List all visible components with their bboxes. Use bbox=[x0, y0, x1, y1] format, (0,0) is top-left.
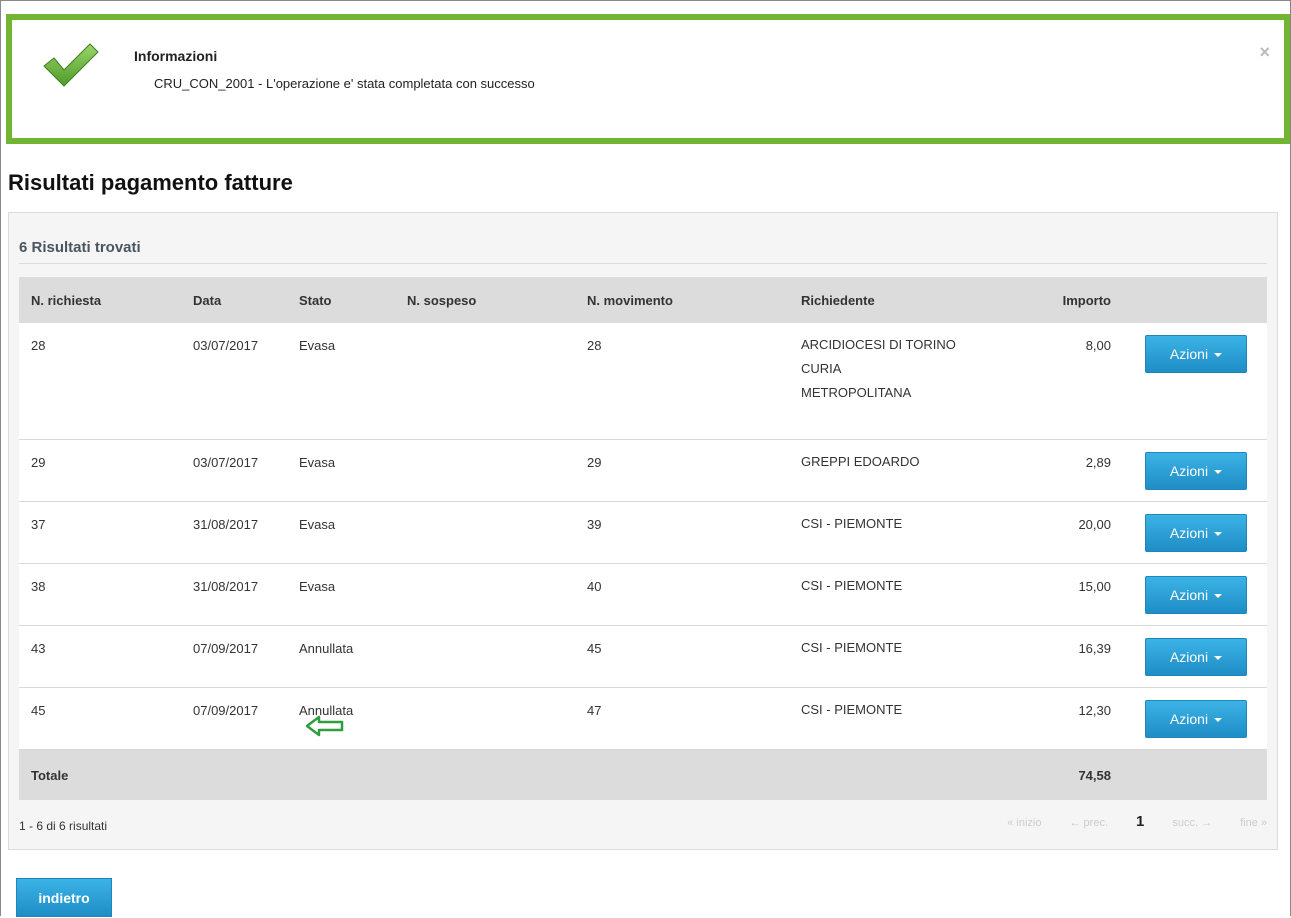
pagination: « inizio ← prec. 1 succ. → fine » bbox=[1007, 813, 1267, 830]
table-row: 28 03/07/2017 Evasa 28 ARCIDIOCESI DI TORINO… bbox=[19, 323, 1267, 440]
cell-n-richiesta: 37 bbox=[31, 516, 46, 532]
results-count: 6 Risultati trovati bbox=[19, 239, 141, 256]
annotation-arrow-icon bbox=[305, 715, 344, 736]
cell-importo: 16,39 bbox=[1078, 640, 1111, 656]
cell-importo: 15,00 bbox=[1078, 578, 1111, 594]
azioni-label: Azioni bbox=[1169, 346, 1209, 362]
table-row: 38 31/08/2017 Evasa 40 CSI - PIEMONTE 15,00 Az… bbox=[19, 563, 1267, 626]
cell-richiedente: CSI - PIEMONTE bbox=[801, 515, 903, 531]
cell-n-movimento: 29 bbox=[587, 454, 602, 470]
pager-last-link[interactable]: fine » bbox=[1240, 817, 1267, 829]
total-value: 74,58 bbox=[1007, 749, 1133, 800]
azioni-label: Azioni bbox=[1169, 710, 1209, 727]
cell-richiedente: CURIA bbox=[801, 361, 842, 376]
results-table: N. richiesta Data Stato N. sospeso N. mo… bbox=[19, 277, 1267, 800]
column-header-n-sospeso[interactable]: N. sospeso bbox=[395, 277, 575, 323]
cell-richiedente: GREPPI EDOARDO bbox=[801, 453, 920, 469]
cell-stato: Evasa bbox=[299, 516, 336, 532]
pager-first-link[interactable]: « inizio bbox=[1007, 817, 1041, 829]
table-row: 29 03/07/2017 Evasa 29 GREPPI EDOARDO 2,89 Azi… bbox=[19, 439, 1267, 502]
cell-data: 31/08/2017 bbox=[193, 516, 259, 532]
azioni-dropdown-button[interactable]: Azioni bbox=[1145, 513, 1247, 552]
cell-data: 07/09/2017 bbox=[193, 640, 259, 656]
cell-richiedente: CSI - PIEMONTE bbox=[801, 701, 903, 717]
cell-importo: 8,00 bbox=[1085, 338, 1111, 353]
azioni-dropdown-button[interactable]: Azioni bbox=[1145, 637, 1247, 676]
cell-data: 03/07/2017 bbox=[193, 454, 259, 470]
alert-title: Informazioni bbox=[134, 48, 218, 64]
results-panel: 6 Risultati trovati N. richiesta Data St… bbox=[8, 212, 1278, 850]
alert-message: CRU_CON_2001 - L'operazione e' stata com… bbox=[154, 76, 535, 91]
table-row: 45 07/09/2017 Annullata 47 CSI - PIEMONTE 12,… bbox=[19, 687, 1267, 750]
cell-richiedente: CSI - PIEMONTE bbox=[801, 577, 903, 593]
cell-data: 03/07/2017 bbox=[193, 338, 259, 353]
pager-prev-link[interactable]: ← prec. bbox=[1069, 817, 1108, 829]
page-title: Risultati pagamento fatture bbox=[8, 170, 293, 195]
cell-richiedente: ARCIDIOCESI DI TORINO bbox=[801, 337, 956, 352]
azioni-label: Azioni bbox=[1169, 524, 1209, 541]
column-header-richiedente[interactable]: Richiedente bbox=[789, 277, 1007, 323]
cell-importo: 20,00 bbox=[1078, 516, 1111, 532]
cell-n-richiesta: 43 bbox=[31, 640, 46, 656]
column-header-n-movimento[interactable]: N. movimento bbox=[575, 277, 789, 323]
checkmark-icon bbox=[43, 43, 99, 87]
column-header-importo[interactable]: Importo bbox=[1007, 277, 1133, 323]
caret-down-icon bbox=[1214, 717, 1223, 722]
caret-down-icon bbox=[1214, 593, 1223, 598]
pager-current-page[interactable]: 1 bbox=[1136, 813, 1144, 830]
table-row: 43 07/09/2017 Annullata 45 CSI - PIEMONTE 16,… bbox=[19, 625, 1267, 688]
cell-stato: Evasa bbox=[299, 578, 336, 594]
azioni-dropdown-button[interactable]: Azioni bbox=[1145, 335, 1247, 373]
azioni-label: Azioni bbox=[1169, 586, 1209, 603]
cell-n-movimento: 47 bbox=[587, 702, 602, 718]
table-row: 37 31/08/2017 Evasa 39 CSI - PIEMONTE 20,00 Az… bbox=[19, 501, 1267, 564]
cell-n-movimento: 39 bbox=[587, 516, 602, 532]
cell-stato: Evasa bbox=[299, 454, 336, 470]
divider bbox=[19, 263, 1267, 264]
pager-next-link[interactable]: succ. → bbox=[1172, 817, 1212, 829]
cell-data: 31/08/2017 bbox=[193, 578, 259, 594]
azioni-dropdown-button[interactable]: Azioni bbox=[1145, 575, 1247, 614]
cell-n-richiesta: 29 bbox=[31, 454, 46, 470]
cell-importo: 2,89 bbox=[1085, 454, 1111, 470]
azioni-dropdown-button[interactable]: Azioni bbox=[1145, 451, 1247, 490]
cell-richiedente: METROPOLITANA bbox=[801, 385, 912, 400]
azioni-dropdown-button[interactable]: Azioni bbox=[1145, 699, 1247, 738]
column-header-stato[interactable]: Stato bbox=[287, 277, 395, 323]
cell-n-richiesta: 45 bbox=[31, 702, 46, 718]
cell-importo: 12,30 bbox=[1078, 702, 1111, 718]
column-header-actions bbox=[1133, 277, 1267, 323]
column-header-n-richiesta[interactable]: N. richiesta bbox=[19, 277, 181, 323]
cell-n-richiesta: 38 bbox=[31, 578, 46, 594]
caret-down-icon bbox=[1214, 353, 1223, 358]
azioni-label: Azioni bbox=[1169, 648, 1209, 665]
close-icon[interactable]: × bbox=[1259, 42, 1270, 63]
caret-down-icon bbox=[1214, 469, 1223, 474]
total-row: Totale 74,58 bbox=[19, 749, 1267, 800]
cell-n-movimento: 40 bbox=[587, 578, 602, 594]
back-button[interactable]: indietro bbox=[16, 878, 112, 917]
cell-richiedente: CSI - PIEMONTE bbox=[801, 639, 903, 655]
cell-n-movimento: 45 bbox=[587, 640, 602, 656]
cell-n-richiesta: 28 bbox=[31, 338, 46, 353]
caret-down-icon bbox=[1214, 655, 1223, 660]
azioni-label: Azioni bbox=[1169, 462, 1209, 479]
total-label: Totale bbox=[19, 749, 181, 800]
cell-data: 07/09/2017 bbox=[193, 702, 259, 718]
pager-info: 1 - 6 di 6 risultati bbox=[19, 819, 108, 833]
success-alert: Informazioni CRU_CON_2001 - L'operazione… bbox=[6, 14, 1290, 144]
cell-stato: Evasa bbox=[299, 338, 336, 353]
caret-down-icon bbox=[1214, 531, 1223, 536]
table-header-row: N. richiesta Data Stato N. sospeso N. mo… bbox=[19, 277, 1267, 323]
column-header-data[interactable]: Data bbox=[181, 277, 287, 323]
cell-stato: Annullata bbox=[299, 640, 354, 656]
cell-n-movimento: 28 bbox=[587, 338, 602, 353]
